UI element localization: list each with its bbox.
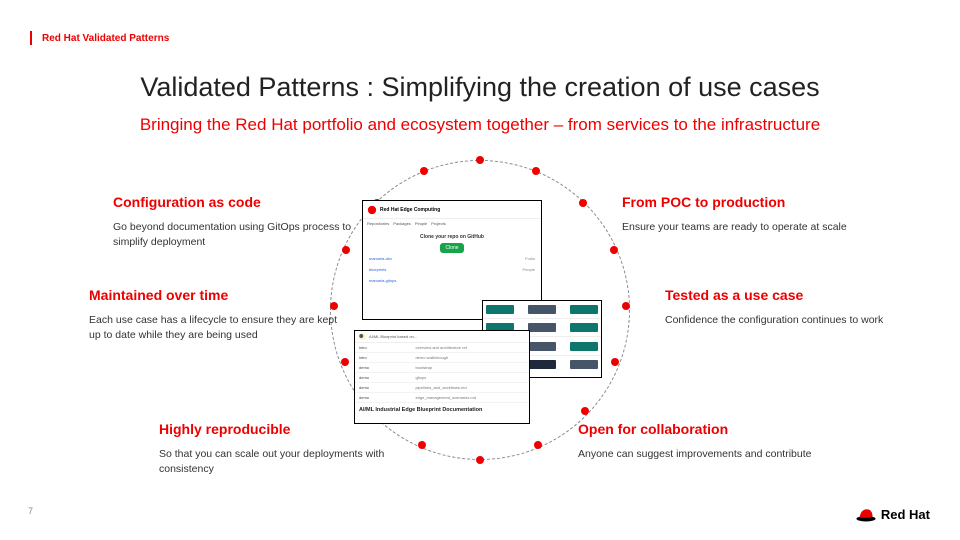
clone-button: Clone (440, 243, 463, 253)
feature-tested: Tested as a use case Confidence the conf… (665, 287, 915, 328)
doc-footer: AI/ML Industrial Edge Blueprint Document… (355, 403, 529, 413)
page-number: 7 (28, 506, 33, 516)
logo-text: Red Hat (881, 507, 930, 522)
slide-subtitle: Bringing the Red Hat portfolio and ecosy… (0, 115, 960, 135)
feature-config-as-code: Configuration as code Go beyond document… (113, 194, 363, 250)
repo-name: Red Hat Edge Computing (380, 207, 440, 213)
center-screenshots: Red Hat Edge Computing RepositoriesPacka… (362, 200, 598, 420)
brand-text: Red Hat Validated Patterns (42, 33, 169, 44)
feature-body: Each use case has a lifecycle to ensure … (89, 313, 339, 343)
circle-dot (611, 358, 619, 366)
repo-tagline: Clone your repo on GitHub (363, 234, 541, 240)
circle-dot (476, 456, 484, 464)
accent-bar (30, 31, 32, 45)
feature-title: Tested as a use case (665, 287, 915, 303)
circle-dot (622, 302, 630, 310)
feature-title: Configuration as code (113, 194, 363, 210)
circle-dot (420, 167, 428, 175)
feature-body: Ensure your teams are ready to operate a… (622, 220, 872, 235)
feature-reproducible: Highly reproducible So that you can scal… (159, 421, 409, 477)
feature-title: From POC to production (622, 194, 872, 210)
feature-body: Go beyond documentation using GitOps pro… (113, 220, 363, 250)
feature-body: So that you can scale out your deploymen… (159, 447, 409, 477)
feature-body: Confidence the configuration continues t… (665, 313, 915, 328)
circle-dot (532, 167, 540, 175)
circle-dot (418, 441, 426, 449)
circle-dot (341, 358, 349, 366)
fedora-icon (855, 506, 877, 522)
redhat-favicon (367, 205, 377, 215)
feature-maintained: Maintained over time Each use case has a… (89, 287, 339, 343)
header: Red Hat Validated Patterns (30, 31, 169, 45)
screenshot-doc: ⬤AI/ML Blueprint based on... introovervi… (354, 330, 530, 424)
slide-title: Validated Patterns : Simplifying the cre… (0, 72, 960, 103)
circle-dot (534, 441, 542, 449)
circle-dot (476, 156, 484, 164)
redhat-logo: Red Hat (855, 506, 930, 522)
feature-title: Open for collaboration (578, 421, 828, 437)
feature-poc-to-prod: From POC to production Ensure your teams… (622, 194, 872, 235)
circle-dot (610, 246, 618, 254)
feature-body: Anyone can suggest improvements and cont… (578, 447, 828, 462)
feature-open: Open for collaboration Anyone can sugges… (578, 421, 828, 462)
feature-title: Maintained over time (89, 287, 339, 303)
